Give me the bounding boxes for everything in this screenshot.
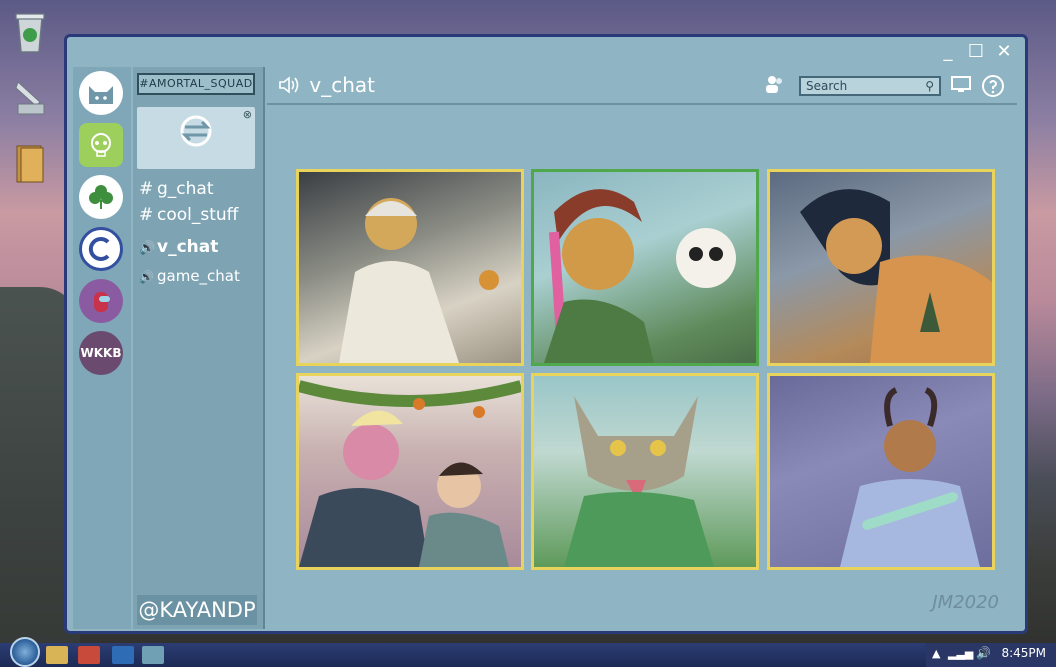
channel-g-chat[interactable]: # g_chat (139, 179, 214, 199)
system-tray: ▲ ▂▃▅ 🔊 8:45PM (926, 643, 1056, 667)
speaker-icon: 🔊 (139, 270, 154, 284)
video-tile-6[interactable] (767, 373, 995, 570)
members-button[interactable] (763, 74, 787, 98)
maximize-button[interactable]: ☐ (965, 41, 987, 63)
tray-expand-icon[interactable]: ▲ (932, 647, 940, 660)
help-icon (982, 75, 1004, 97)
taskbar-chat-icon[interactable] (142, 646, 164, 664)
search-input[interactable]: Search ⚲ (799, 76, 941, 96)
taskbar-app-icon[interactable] (78, 646, 100, 664)
window-titlebar[interactable]: _ ☐ ✕ (67, 37, 1025, 67)
taskbar-clock[interactable]: 8:45PM (1001, 646, 1046, 660)
chat-app-window: _ ☐ ✕ WKKB #AMORTAL_SQUAD ⊗ # g_chat # c… (64, 34, 1028, 634)
participant-avatar (564, 396, 714, 567)
server-skull[interactable] (79, 123, 123, 167)
server-rail: WKKB (73, 67, 131, 629)
server-cat[interactable] (79, 71, 123, 115)
desktop-folder[interactable] (8, 142, 52, 186)
channel-cool-stuff[interactable]: # cool_stuff (139, 205, 238, 225)
inbox-button[interactable] (949, 74, 973, 98)
cat-icon (89, 86, 113, 104)
screen-share-icon (951, 76, 971, 92)
user-handle[interactable]: @KAYANDP (137, 595, 257, 625)
video-tile-2[interactable] (531, 169, 759, 366)
folder-icon (16, 145, 44, 183)
recycle-bin-icon (15, 13, 45, 53)
channel-label: cool_stuff (157, 205, 239, 225)
server-amongus[interactable] (79, 279, 123, 323)
channel-title-text: v_chat (309, 73, 375, 97)
clover-icon (89, 185, 113, 209)
volume-icon[interactable]: 🔊 (976, 646, 991, 660)
speaker-icon (279, 76, 299, 94)
crewmate-icon (94, 292, 110, 312)
server-wkkb[interactable]: WKKB (79, 331, 123, 375)
sync-arrows-icon (180, 115, 212, 147)
minimize-button[interactable]: _ (937, 41, 959, 63)
desktop-recycle-bin[interactable] (8, 10, 52, 54)
search-icon: ⚲ (925, 79, 934, 93)
channel-label: game_chat (157, 267, 240, 285)
search-placeholder: Search (806, 79, 848, 93)
channel-header: v_chat Search ⚲ (267, 67, 1017, 105)
taskbar-folder-icon[interactable] (46, 646, 68, 664)
participant-avatar (299, 380, 521, 567)
channel-label: g_chat (157, 179, 214, 199)
participant-avatar (339, 198, 499, 363)
artist-signature: JM2020 (932, 592, 999, 613)
c-logo-icon (88, 237, 110, 261)
server-name[interactable]: #AMORTAL_SQUAD (137, 73, 255, 95)
start-button[interactable] (10, 637, 40, 667)
scanner-icon (15, 81, 45, 115)
participant-avatar (840, 387, 980, 567)
channel-column: #AMORTAL_SQUAD ⊗ # g_chat # cool_stuff 🔊 v_… (133, 67, 265, 629)
members-icon (766, 76, 782, 93)
server-banner: ⊗ (137, 107, 255, 169)
channel-v-chat[interactable]: 🔊 v_chat (139, 237, 218, 257)
hash-icon: # (139, 205, 154, 225)
taskbar: ▲ ▂▃▅ 🔊 8:45PM (0, 637, 1056, 667)
video-tile-5[interactable] (531, 373, 759, 570)
close-button[interactable]: ✕ (993, 41, 1015, 63)
skull-icon (91, 133, 111, 157)
help-button[interactable] (981, 74, 1005, 98)
banner-close-icon[interactable]: ⊗ (243, 108, 252, 121)
channel-title: v_chat (277, 73, 375, 97)
video-tile-3[interactable] (767, 169, 995, 366)
participant-avatar (544, 189, 736, 363)
desktop-scanner[interactable] (8, 76, 52, 120)
server-c[interactable] (79, 227, 123, 271)
channel-game-chat[interactable]: 🔊 game_chat (139, 267, 240, 285)
taskbar-photoshop-icon[interactable] (112, 646, 134, 664)
video-call-area: JM2020 (267, 105, 1017, 623)
signal-icon[interactable]: ▂▃▅ (948, 647, 973, 660)
server-clover[interactable] (79, 175, 123, 219)
video-tile-1[interactable] (296, 169, 524, 366)
speaker-icon: 🔊 (139, 241, 156, 256)
hash-icon: # (139, 179, 154, 199)
channel-label: v_chat (157, 237, 219, 257)
participant-avatar (800, 189, 992, 363)
video-tile-4[interactable] (296, 373, 524, 570)
server-wkkb-label: WKKB (80, 346, 122, 360)
